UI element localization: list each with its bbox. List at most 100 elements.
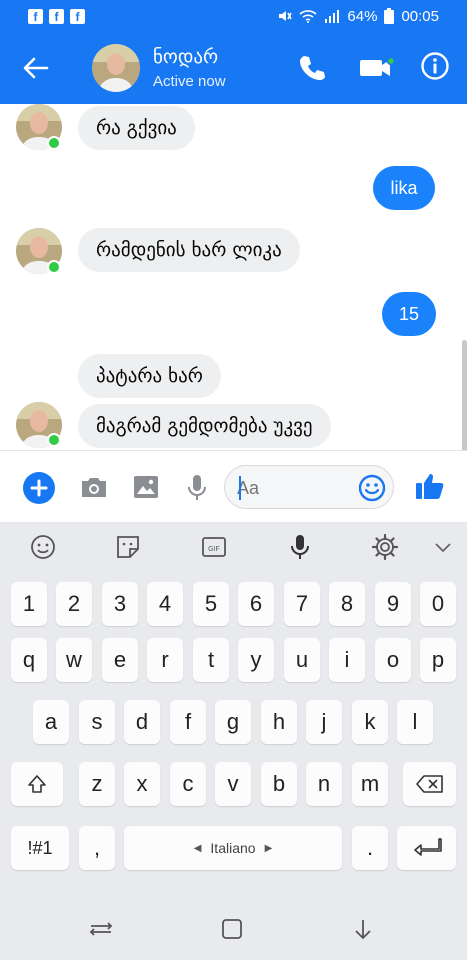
keyboard-toolbar: GIF: [0, 522, 467, 572]
gear-icon: [371, 533, 399, 561]
status-indicators: 64% 00:05: [276, 8, 439, 25]
mute-icon: [279, 11, 293, 21]
key-0[interactable]: 0: [420, 582, 456, 626]
microphone-icon: [188, 475, 206, 500]
sticker-button[interactable]: [113, 532, 143, 562]
key-y[interactable]: y: [238, 638, 274, 682]
facebook-notification-icon: f: [70, 8, 85, 24]
key-a[interactable]: a: [33, 700, 69, 744]
key-2[interactable]: 2: [56, 582, 92, 626]
chat-header: ნოდარ Active now: [0, 32, 467, 104]
key-4[interactable]: 4: [147, 582, 183, 626]
enter-key[interactable]: [397, 826, 456, 870]
message-input-container[interactable]: [224, 465, 394, 509]
key-j[interactable]: j: [306, 700, 342, 744]
key-5[interactable]: 5: [193, 582, 229, 626]
key-9[interactable]: 9: [375, 582, 411, 626]
home-square-icon: [222, 919, 242, 939]
key-l[interactable]: l: [397, 700, 433, 744]
voice-input-button[interactable]: [285, 532, 315, 562]
shift-key[interactable]: [11, 762, 63, 806]
key-3[interactable]: 3: [102, 582, 138, 626]
smiley-icon: [31, 535, 55, 559]
camera-button[interactable]: [79, 473, 109, 501]
key-c[interactable]: c: [170, 762, 206, 806]
key-k[interactable]: k: [352, 700, 388, 744]
key-g[interactable]: g: [215, 700, 251, 744]
message-input[interactable]: [237, 474, 347, 502]
key-t[interactable]: t: [193, 638, 229, 682]
incoming-message[interactable]: პატარა ხარ: [78, 354, 221, 398]
contact-name[interactable]: ნოდარ: [153, 46, 218, 68]
incoming-message[interactable]: რამდენის ხარ ლიკა: [78, 228, 300, 272]
backspace-key[interactable]: [403, 762, 456, 806]
language-left-arrow-icon: ◀: [193, 842, 202, 854]
keyboard: GIF 1 2 3 4 5 6 7 8 9 0 q w e r t y u i …: [0, 522, 467, 896]
info-icon: [421, 52, 449, 80]
system-navigation-bar: [0, 896, 467, 960]
emoji-button[interactable]: [358, 474, 386, 502]
camera-icon: [82, 478, 106, 497]
recent-apps-button[interactable]: [86, 914, 116, 944]
key-w[interactable]: w: [56, 638, 92, 682]
home-button[interactable]: [217, 914, 247, 944]
back-button[interactable]: [18, 52, 54, 84]
gallery-button[interactable]: [132, 473, 160, 501]
key-h[interactable]: h: [261, 700, 297, 744]
notification-icons: f f f: [28, 8, 85, 24]
shift-arrow-icon: [28, 775, 46, 793]
info-button[interactable]: [420, 51, 450, 81]
contact-status: Active now: [153, 73, 226, 90]
incoming-message[interactable]: რა გქვია: [78, 106, 195, 150]
key-z[interactable]: z: [79, 762, 115, 806]
incoming-message[interactable]: მაგრამ გემდომება უკვე: [78, 404, 331, 448]
comma-key[interactable]: ,: [79, 826, 115, 870]
back-arrow-icon: [23, 57, 49, 79]
key-7[interactable]: 7: [284, 582, 320, 626]
backspace-icon: [415, 775, 443, 793]
voice-message-button[interactable]: [186, 473, 208, 503]
space-key[interactable]: ◀ Italiano ▶: [124, 826, 342, 870]
key-p[interactable]: p: [420, 638, 456, 682]
message-list[interactable]: რა გქვია lika რამდენის ხარ ლიკა 15 პატარ…: [0, 104, 467, 450]
video-call-button[interactable]: [358, 52, 398, 84]
plus-icon: [30, 479, 48, 497]
recent-apps-icon: [89, 922, 113, 936]
language-right-arrow-icon: ▶: [264, 842, 273, 854]
svg-text:GIF: GIF: [208, 546, 220, 553]
like-button[interactable]: [413, 469, 447, 503]
key-u[interactable]: u: [284, 638, 320, 682]
key-d[interactable]: d: [124, 700, 160, 744]
online-indicator: [47, 433, 61, 447]
collapse-toolbar-button[interactable]: [428, 532, 458, 562]
key-x[interactable]: x: [124, 762, 160, 806]
keyboard-settings-button[interactable]: [370, 532, 400, 562]
key-n[interactable]: n: [306, 762, 342, 806]
key-i[interactable]: i: [329, 638, 365, 682]
more-actions-button[interactable]: [23, 472, 55, 504]
contact-avatar[interactable]: [92, 44, 140, 92]
key-b[interactable]: b: [261, 762, 297, 806]
key-s[interactable]: s: [79, 700, 115, 744]
gif-button[interactable]: GIF: [199, 532, 229, 562]
outgoing-message[interactable]: lika: [373, 166, 435, 210]
outgoing-message[interactable]: 15: [382, 292, 436, 336]
key-6[interactable]: 6: [238, 582, 274, 626]
space-language-label: Italiano: [210, 840, 256, 856]
period-key[interactable]: .: [352, 826, 388, 870]
key-q[interactable]: q: [11, 638, 47, 682]
key-r[interactable]: r: [147, 638, 183, 682]
voice-call-button[interactable]: [296, 52, 328, 84]
symbols-key[interactable]: !#1: [11, 826, 69, 870]
key-m[interactable]: m: [352, 762, 388, 806]
enter-arrow-icon: [413, 838, 442, 856]
key-o[interactable]: o: [375, 638, 411, 682]
status-bar: f f f 64% 00:05: [0, 0, 467, 32]
hide-keyboard-button[interactable]: [348, 914, 378, 944]
key-f[interactable]: f: [170, 700, 206, 744]
emoji-keyboard-button[interactable]: [28, 532, 58, 562]
key-1[interactable]: 1: [11, 582, 47, 626]
key-e[interactable]: e: [102, 638, 138, 682]
key-8[interactable]: 8: [329, 582, 365, 626]
key-v[interactable]: v: [215, 762, 251, 806]
